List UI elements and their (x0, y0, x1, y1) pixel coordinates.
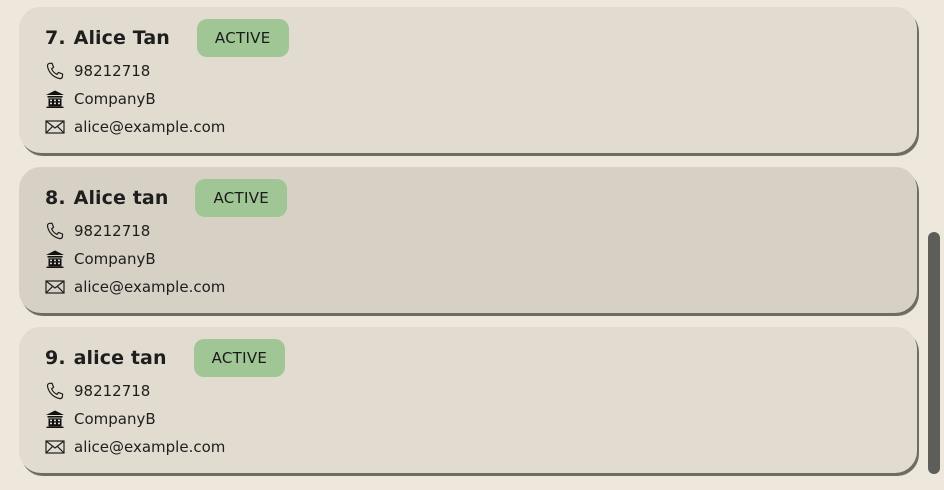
phone-row: 98212718 (45, 380, 150, 402)
company-name: CompanyB (74, 90, 156, 108)
person-name: Alice Tan (73, 27, 170, 49)
person-index: 7. (45, 27, 66, 49)
email-address: alice@example.com (74, 438, 226, 456)
phone-row: 98212718 (45, 220, 150, 242)
email-address: alice@example.com (74, 278, 226, 296)
person-list[interactable]: 7. Alice Tan ACTIVE 98212718 CompanyB ali… (0, 0, 944, 490)
phone-number: 98212718 (74, 382, 151, 400)
company-name: CompanyB (74, 250, 156, 268)
card-header: 7. Alice Tan ACTIVE (45, 19, 289, 57)
company-row: CompanyB (45, 248, 156, 270)
vertical-scrollbar-thumb[interactable] (928, 232, 940, 474)
person-name-line: 9. alice tan (45, 347, 167, 369)
person-index: 8. (45, 187, 66, 209)
phone-icon (45, 381, 65, 401)
building-icon (45, 409, 65, 429)
status-tag: ACTIVE (196, 19, 289, 57)
person-name-line: 7. Alice Tan (45, 27, 170, 49)
envelope-icon (45, 277, 65, 297)
person-card[interactable]: 9. alice tan ACTIVE 98212718 CompanyB ali… (19, 327, 917, 473)
status-tag: ACTIVE (195, 179, 288, 217)
email-row: alice@example.com (45, 116, 225, 138)
company-name: CompanyB (74, 410, 156, 428)
company-row: CompanyB (45, 88, 156, 110)
email-address: alice@example.com (74, 118, 226, 136)
building-icon (45, 89, 65, 109)
email-row: alice@example.com (45, 436, 225, 458)
phone-icon (45, 61, 65, 81)
person-card[interactable]: 7. Alice Tan ACTIVE 98212718 CompanyB ali… (19, 7, 917, 153)
person-index: 9. (45, 347, 66, 369)
phone-number: 98212718 (74, 222, 151, 240)
person-name-line: 8. Alice tan (45, 187, 168, 209)
person-name: Alice tan (73, 187, 169, 209)
envelope-icon (45, 117, 65, 137)
person-card-selected[interactable]: 8. Alice tan ACTIVE 98212718 CompanyB ali… (19, 167, 917, 313)
card-header: 8. Alice tan ACTIVE (45, 179, 288, 217)
status-tag: ACTIVE (193, 339, 286, 377)
envelope-icon (45, 437, 65, 457)
person-name: alice tan (73, 347, 167, 369)
email-row: alice@example.com (45, 276, 225, 298)
phone-number: 98212718 (74, 62, 151, 80)
company-row: CompanyB (45, 408, 156, 430)
phone-icon (45, 221, 65, 241)
card-header: 9. alice tan ACTIVE (45, 339, 286, 377)
phone-row: 98212718 (45, 60, 150, 82)
building-icon (45, 249, 65, 269)
